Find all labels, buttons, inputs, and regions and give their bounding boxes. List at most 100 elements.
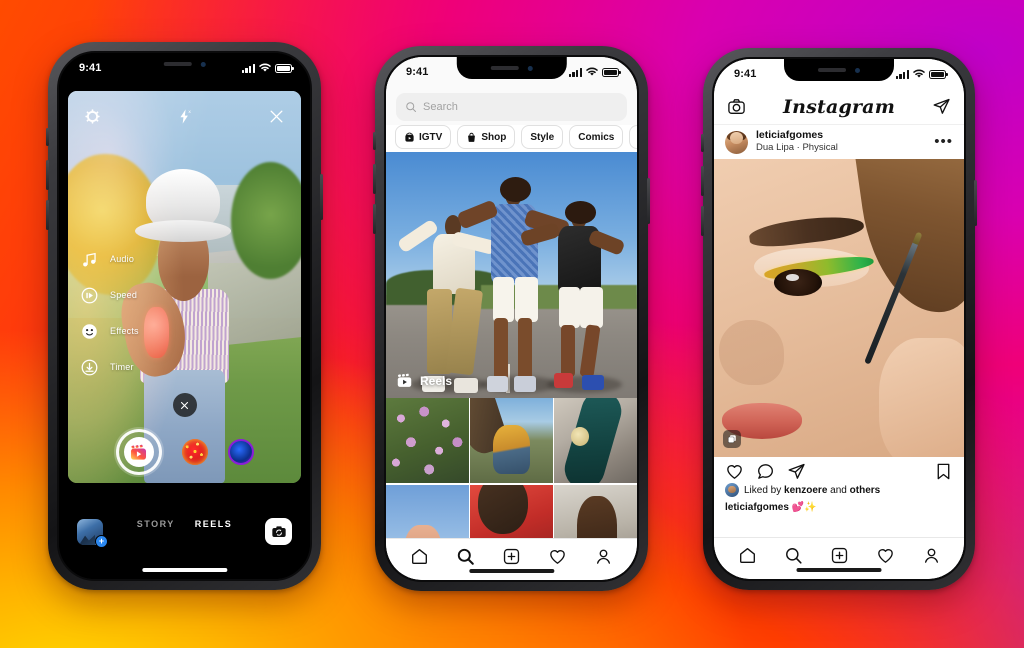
effect-bubble-blue[interactable] (227, 439, 254, 465)
tab-create[interactable] (830, 546, 849, 565)
close-icon[interactable] (268, 108, 285, 125)
tool-timer[interactable]: Timer (78, 349, 139, 385)
tab-search[interactable] (456, 547, 475, 566)
record-shutter-button[interactable] (115, 429, 162, 475)
tool-speed[interactable]: Speed (78, 277, 139, 313)
chip-style-label: Style (530, 131, 555, 143)
chip-igtv-label: IGTV (419, 131, 443, 143)
status-time: 9:41 (406, 66, 429, 78)
likes-summary: Liked by kenzoere and others (725, 483, 953, 497)
front-camera-dot (527, 65, 533, 71)
caption-username[interactable]: leticiafgomes (725, 502, 789, 513)
speaker-grille (163, 62, 192, 66)
multi-photo-icon (723, 430, 741, 448)
share-button[interactable] (787, 462, 806, 481)
close-icon (180, 401, 189, 409)
post-actions (714, 457, 964, 485)
igtv-icon (404, 132, 415, 143)
mode-reels[interactable]: REELS (195, 519, 233, 529)
mode-story[interactable]: STORY (137, 519, 175, 529)
grid-cell-skateboard[interactable] (554, 398, 637, 483)
signal-bars-icon (895, 69, 909, 79)
post-caption: leticiafgomes 💕✨ (725, 502, 953, 513)
tab-bar-phone3 (714, 537, 964, 579)
grid-cell-portrait[interactable] (554, 484, 637, 538)
chip-tv-and-movies[interactable]: TV & Movie (629, 125, 637, 149)
music-note-icon (78, 248, 100, 270)
settings-gear-icon[interactable] (84, 108, 101, 125)
tab-profile[interactable] (922, 546, 941, 565)
search-icon (406, 102, 416, 112)
chip-comics-label: Comics (578, 131, 615, 143)
camera-viewfinder[interactable]: x Audio Speed Effects Timer (68, 91, 301, 483)
like-button[interactable] (725, 462, 744, 481)
shop-bag-icon (466, 132, 477, 143)
post-header: leticiafgomes Dua Lipa · Physical ••• (714, 125, 964, 159)
tool-effects-label: Effects (110, 326, 139, 336)
camera-icon[interactable] (727, 97, 746, 116)
dismiss-effect-button[interactable] (172, 393, 197, 417)
reels-badge: Reels (396, 372, 452, 389)
gallery-add-badge[interactable]: + (95, 535, 108, 548)
more-options-icon[interactable]: ••• (934, 134, 953, 149)
grid-cell-flowers[interactable] (386, 398, 469, 483)
wifi-icon (586, 67, 598, 76)
dancer-right (520, 201, 626, 391)
instagram-wordmark: Instagram (783, 95, 895, 118)
tab-activity[interactable] (876, 546, 895, 565)
tool-effects[interactable]: Effects (78, 313, 139, 349)
post-audio-label[interactable]: Dua Lipa · Physical (756, 142, 838, 154)
comment-button[interactable] (756, 462, 775, 481)
category-chips[interactable]: IGTV Shop Style Comics (386, 125, 637, 151)
tab-home[interactable] (738, 546, 757, 565)
effect-bubble-red[interactable] (181, 439, 208, 465)
paper-plane-icon[interactable] (932, 97, 951, 116)
post-photo[interactable] (714, 159, 964, 457)
likes-middle: and (827, 484, 850, 496)
phone-reels-camera: 9:41 x Audio Speed Effects Timer + STORY… (46, 42, 323, 590)
explore-hero-reel[interactable]: Reels (386, 152, 637, 398)
phone-feed: 9:41 Instagram leticiafgomes Dua Lipa · … (701, 48, 977, 590)
tab-home[interactable] (410, 547, 429, 566)
wifi-icon (913, 69, 925, 78)
dancer-center (455, 177, 570, 393)
chip-shop[interactable]: Shop (457, 125, 516, 149)
likes-others[interactable]: others (850, 485, 881, 496)
flip-camera-button[interactable] (265, 518, 292, 545)
home-indicator (796, 567, 882, 572)
home-indicator (468, 568, 555, 573)
chip-igtv[interactable]: IGTV (395, 125, 452, 149)
grid-cell-red[interactable] (470, 484, 553, 538)
search-input[interactable]: Search (396, 93, 627, 121)
tab-profile[interactable] (594, 547, 613, 566)
notch (129, 53, 240, 75)
post-username[interactable]: leticiafgomes (756, 129, 838, 142)
likes-username[interactable]: kenzoere (784, 485, 827, 496)
signal-bars-icon (568, 67, 582, 77)
reels-record-icon (123, 437, 154, 467)
chip-style[interactable]: Style (521, 125, 564, 149)
flash-off-icon[interactable]: x (176, 108, 193, 125)
battery-icon (275, 63, 294, 73)
instagram-promo-composition: 9:41 x Audio Speed Effects Timer + STORY… (0, 0, 1024, 648)
tab-activity[interactable] (548, 547, 567, 566)
tool-audio[interactable]: Audio (78, 241, 139, 277)
grid-cell-tree-kids[interactable] (470, 398, 553, 483)
timer-icon (78, 356, 100, 378)
dancer-left (396, 211, 497, 394)
chip-comics[interactable]: Comics (569, 125, 624, 149)
tab-search[interactable] (784, 546, 803, 565)
tab-bar-phone2 (386, 538, 637, 580)
tab-create[interactable] (502, 547, 521, 566)
notch (784, 59, 894, 81)
wifi-icon (259, 63, 271, 72)
grid-cell-sky-hands[interactable] (386, 484, 469, 538)
likes-prefix: Liked by (744, 484, 785, 496)
save-button[interactable] (934, 462, 953, 481)
caption-text: 💕✨ (788, 502, 817, 513)
avatar[interactable] (725, 130, 748, 154)
status-time: 9:41 (79, 62, 102, 74)
liker-avatar (725, 483, 739, 497)
effects-face-icon (78, 320, 100, 342)
battery-icon (602, 67, 621, 77)
